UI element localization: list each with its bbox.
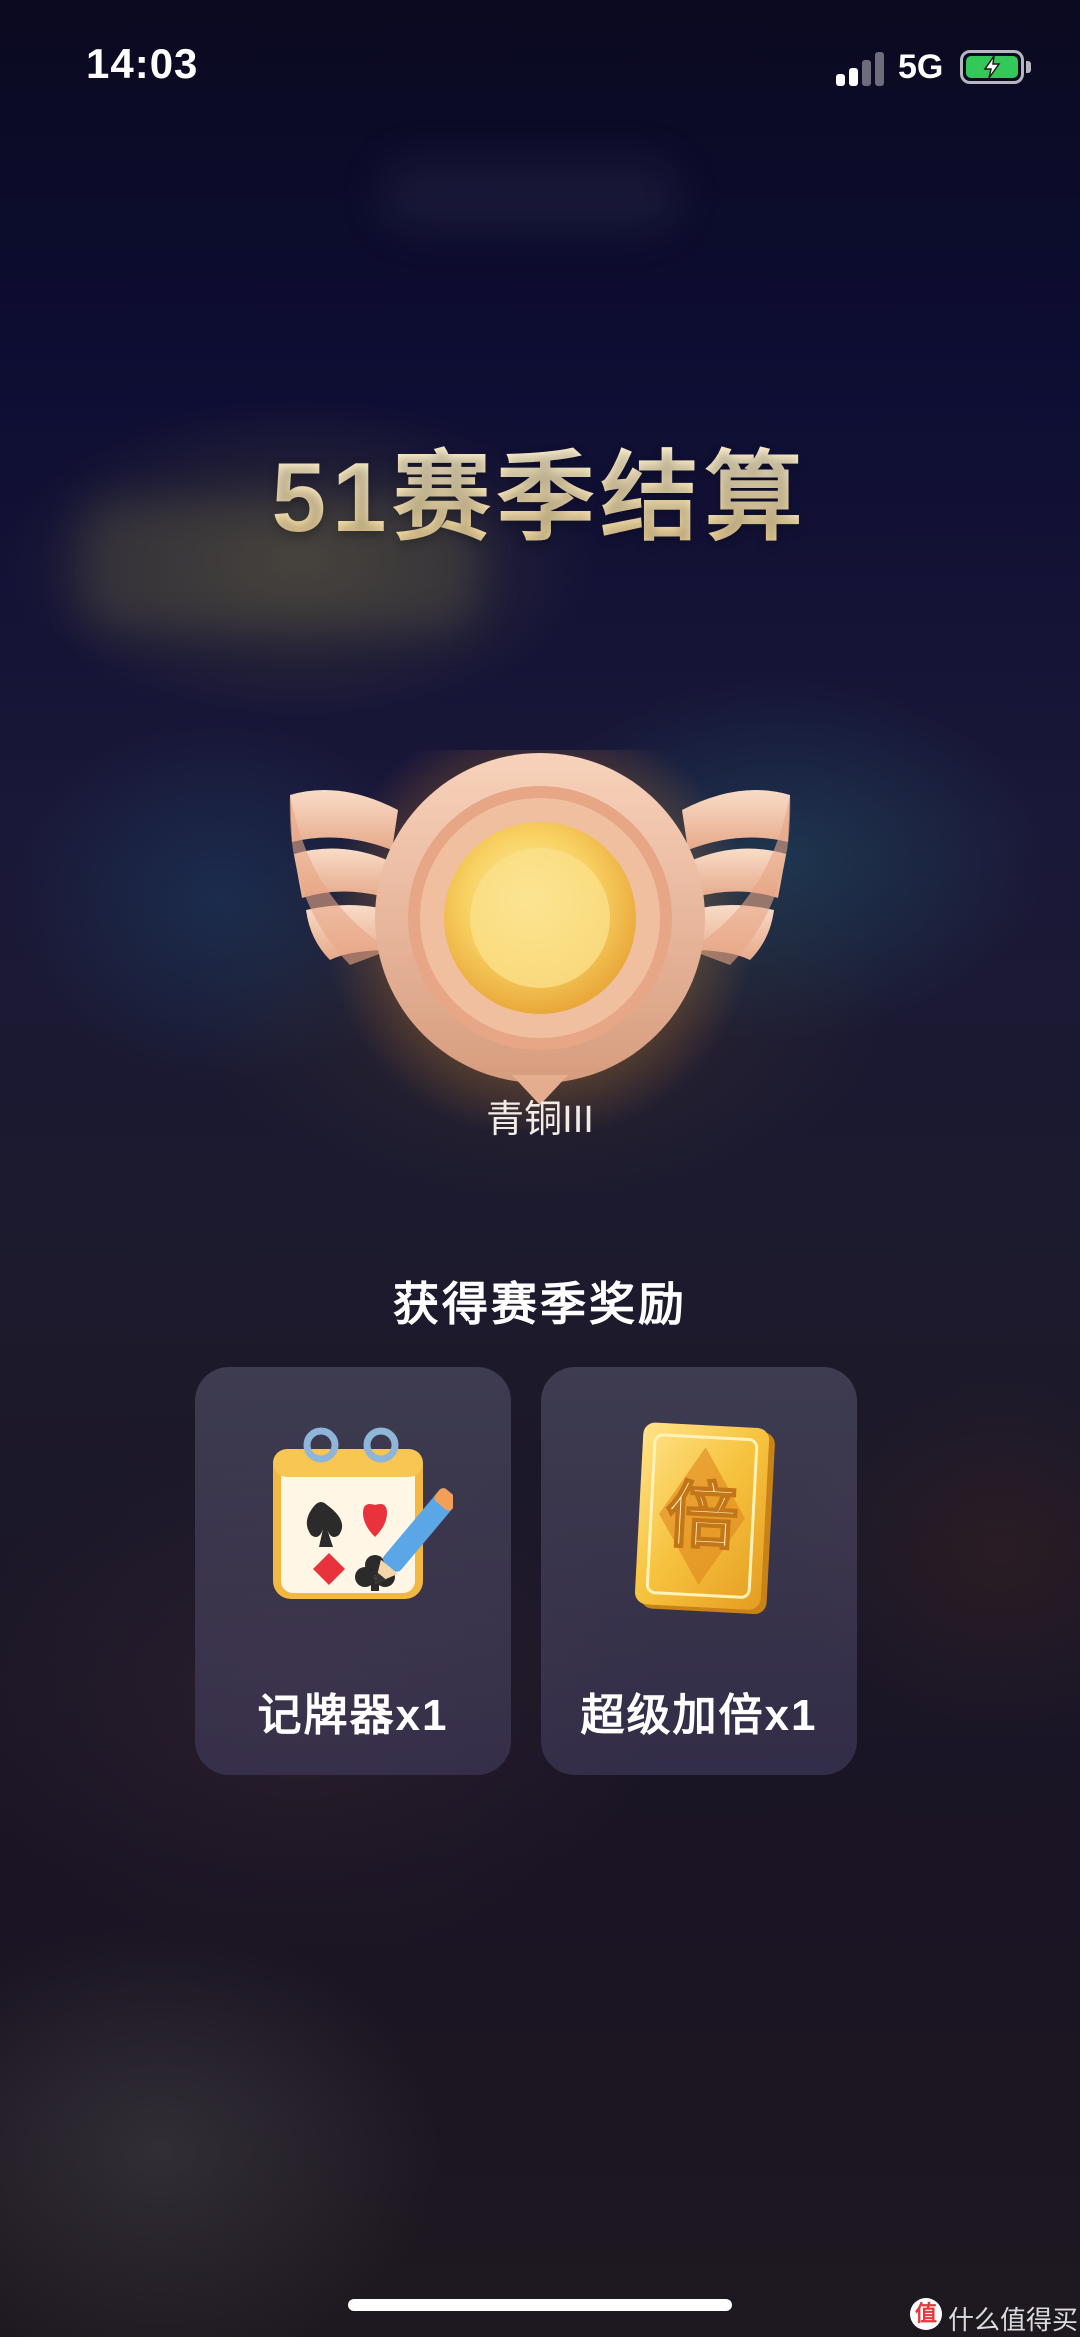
super-double-card-icon: 倍 xyxy=(634,1422,775,1615)
reward-label: 超级加倍x1 xyxy=(580,1691,818,1740)
card-counter-icon xyxy=(273,1427,453,1599)
battery-icon xyxy=(960,50,1024,84)
page-title: 51赛季结算 xyxy=(0,418,1080,560)
rank-badge-icon xyxy=(289,750,791,1130)
status-time: 14:03 xyxy=(86,40,199,87)
reward-card-card-counter[interactable]: 记牌器x1 xyxy=(195,1367,511,1775)
background xyxy=(0,0,1080,2337)
watermark-text: 什么值得买 xyxy=(948,2305,1079,2335)
home-indicator[interactable] xyxy=(348,2299,732,2311)
charging-bolt-icon xyxy=(983,55,1001,79)
battery-tip xyxy=(1026,61,1031,73)
rank-name: 青铜III xyxy=(486,1099,594,1141)
status-bar: 14:03 5G xyxy=(0,0,1080,130)
rewards-title: 获得赛季奖励 xyxy=(393,1278,687,1330)
reward-card-super-double[interactable]: 倍 超级加倍x1 xyxy=(541,1367,857,1775)
watermark-logo-icon: 值 xyxy=(910,2298,942,2330)
signal-strength-icon xyxy=(836,52,888,86)
reward-label: 记牌器x1 xyxy=(257,1691,449,1740)
background-blur-shape xyxy=(380,160,680,230)
svg-text:倍: 倍 xyxy=(664,1472,740,1560)
network-type: 5G xyxy=(898,48,944,86)
